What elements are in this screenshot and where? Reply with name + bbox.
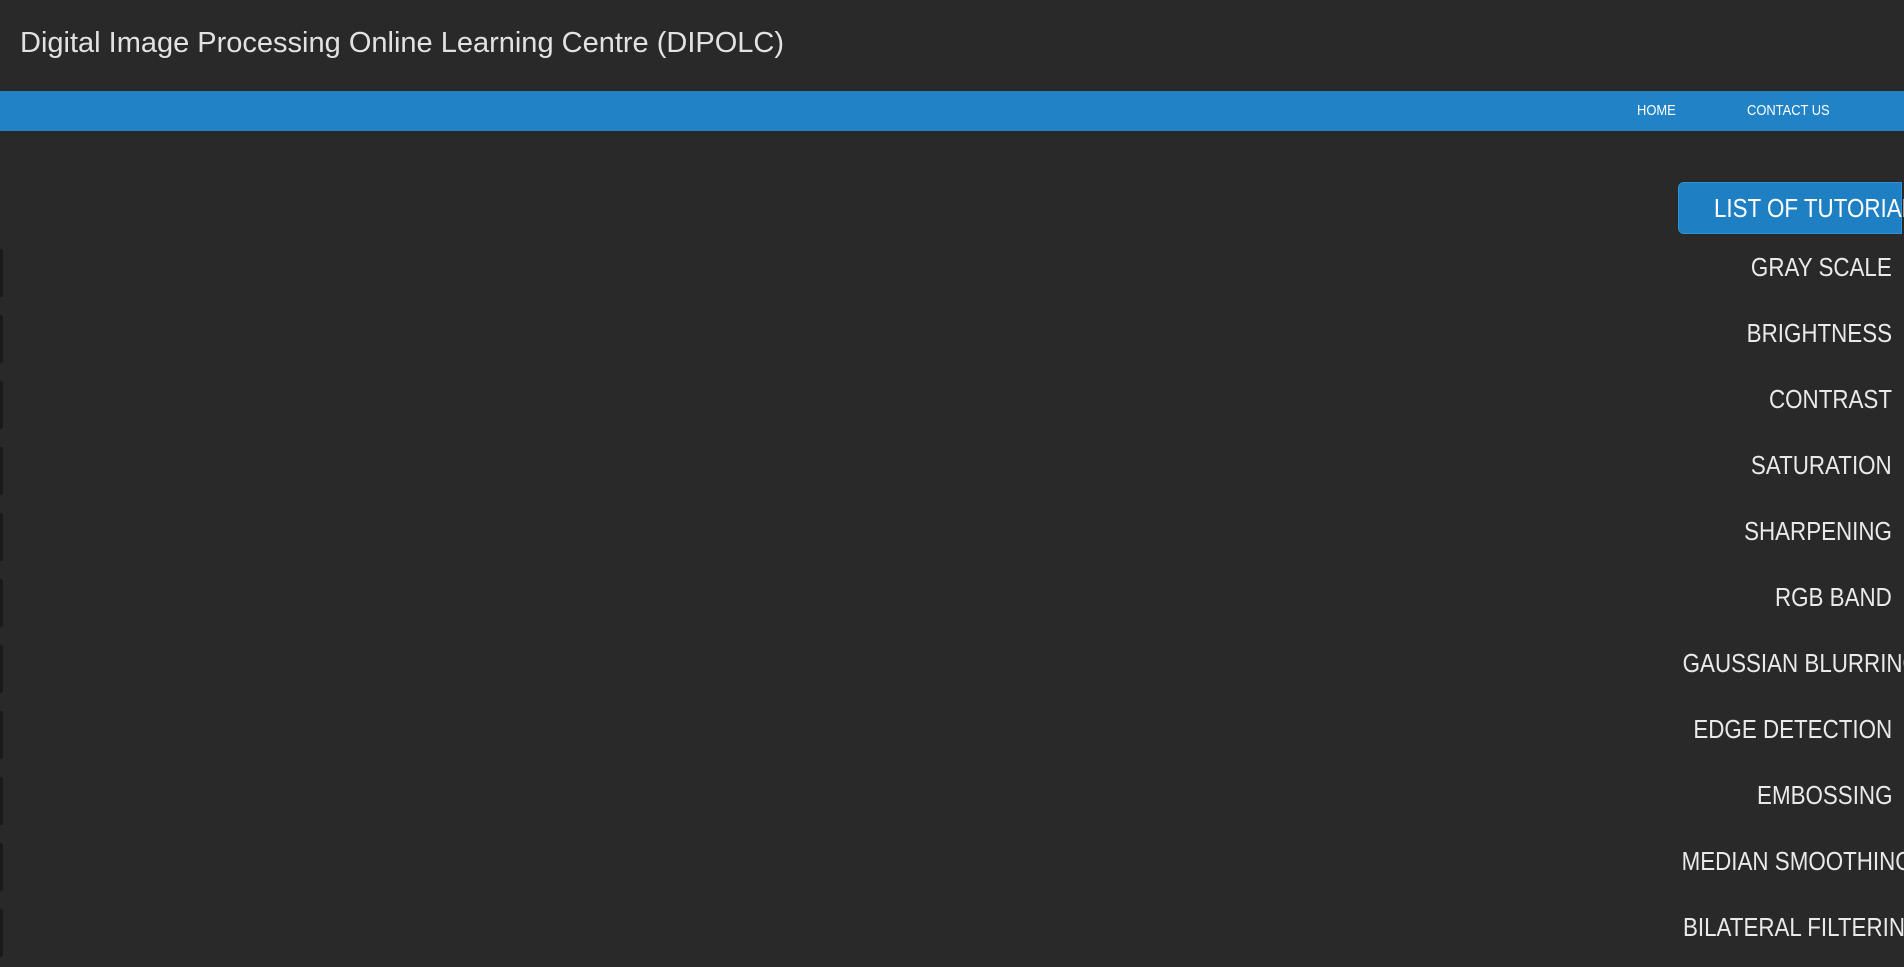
tutorial-item-label: GRAY SCALE — [1751, 252, 1892, 282]
tutorial-item-brightness[interactable]: BRIGHTNESS — [1644, 300, 1904, 366]
left-edge-marker — [0, 315, 3, 363]
tutorial-item-label: BRIGHTNESS — [1746, 318, 1892, 348]
tutorial-item-embossing[interactable]: EMBOSSING — [1644, 762, 1904, 828]
nav-contact-link[interactable]: CONTACT US — [1747, 91, 1830, 131]
site-header: Digital Image Processing Online Learning… — [0, 0, 1904, 91]
tutorials-heading-button[interactable]: LIST OF TUTORIALS — [1678, 182, 1904, 234]
tutorial-item-sharpening[interactable]: SHARPENING — [1644, 498, 1904, 564]
tutorial-item-label: MEDIAN SMOOTHING — [1681, 846, 1904, 876]
tutorials-heading-label: LIST OF TUTORIALS — [1713, 193, 1904, 223]
tutorial-item-gaussian-blurring[interactable]: GAUSSIAN BLURRING — [1644, 630, 1904, 696]
left-edge-marker — [0, 381, 3, 429]
left-edge-marker — [0, 513, 3, 561]
site-title: Digital Image Processing Online Learning… — [20, 27, 785, 59]
left-edge-marker — [0, 777, 3, 825]
tutorial-item-label: GAUSSIAN BLURRING — [1682, 648, 1904, 678]
tutorial-item-label: SHARPENING — [1744, 516, 1892, 546]
tutorial-item-label: EMBOSSING — [1756, 780, 1892, 810]
tutorial-item-label: EDGE DETECTION — [1693, 714, 1892, 744]
tutorials-list: GRAY SCALE BRIGHTNESS CONTRAST SATURATIO… — [1644, 234, 1904, 960]
left-edge-marker — [0, 843, 3, 891]
nav-home-link[interactable]: HOME — [1637, 91, 1676, 131]
left-edge-marker — [0, 909, 3, 957]
left-edge-marker — [0, 711, 3, 759]
tutorial-item-bilateral-filtering[interactable]: BILATERAL FILTERING — [1644, 894, 1904, 960]
tutorial-item-median-smoothing[interactable]: MEDIAN SMOOTHING — [1644, 828, 1904, 894]
tutorial-item-label: BILATERAL FILTERING — [1682, 912, 1904, 942]
top-navbar: HOME CONTACT US — [0, 91, 1904, 131]
left-edge-marker — [0, 447, 3, 495]
tutorial-item-rgb-band[interactable]: RGB BAND — [1644, 564, 1904, 630]
tutorial-item-label: RGB BAND — [1775, 582, 1892, 612]
tutorial-item-gray-scale[interactable]: GRAY SCALE — [1644, 234, 1904, 300]
left-edge-marker — [0, 645, 3, 693]
tutorial-item-label: SATURATION — [1751, 450, 1892, 480]
tutorial-item-edge-detection[interactable]: EDGE DETECTION — [1644, 696, 1904, 762]
tutorial-item-contrast[interactable]: CONTRAST — [1644, 366, 1904, 432]
tutorial-item-label: CONTRAST — [1769, 384, 1892, 414]
tutorial-item-saturation[interactable]: SATURATION — [1644, 432, 1904, 498]
left-edge-marker — [0, 249, 3, 297]
left-edge-markers — [0, 249, 4, 967]
left-edge-marker — [0, 579, 3, 627]
